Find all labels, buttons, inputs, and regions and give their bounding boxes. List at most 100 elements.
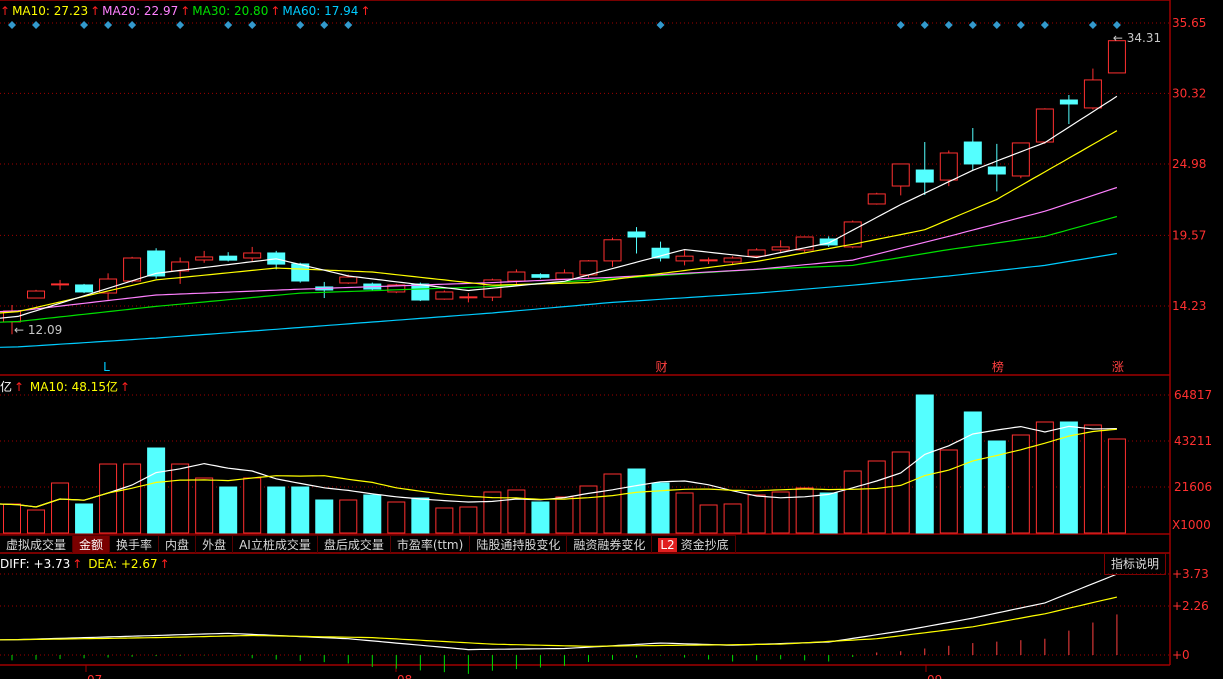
candle-body [411,283,430,301]
candlestick [939,150,958,187]
tab-label: 资金抄底 [680,538,729,552]
candlestick [531,273,550,279]
tab-label: 陆股通持股变化 [476,538,561,552]
high-price-label: ← 34.31 [1113,31,1161,45]
volume-bar [411,497,430,534]
volume-bar [675,492,694,534]
candlestick [723,256,742,265]
candle-body [1083,79,1102,109]
candlestick [771,240,790,253]
candlestick [27,289,46,299]
signal-diamond-icon [920,21,929,29]
tab-indicator[interactable]: 融资融券变化 [567,535,653,553]
axis-tick-label: 21606 [1174,480,1212,494]
candlestick [1059,94,1078,125]
axis-tick-label: 43211 [1174,434,1212,448]
candle-body [723,257,742,263]
volume-bar [315,499,334,534]
signal-diamond-icon [176,21,185,29]
up-arrow-icon: ↑ [159,557,170,571]
candlestick [219,252,238,262]
candle-body [75,284,94,293]
candlestick [51,279,70,290]
candle-body [1059,99,1078,105]
l2-badge: L2 [658,538,677,552]
candle-body [699,259,718,262]
signal-diamond-icon [968,21,977,29]
candlestick [603,237,622,267]
candle-body [603,239,622,262]
candle-body [555,272,574,280]
candle-body [195,256,214,261]
volume-bar [75,503,94,534]
volume-bar [339,499,358,534]
candle-body [1011,142,1030,177]
volume-bar [699,504,718,534]
volume-bar [987,440,1006,534]
candle-body [531,274,550,278]
axis-tick-label: 30.32 [1172,86,1206,100]
volume-bar [171,463,190,534]
low-price-label: ← 12.09 [14,323,62,337]
event-marker[interactable]: L [103,360,110,374]
up-arrow-icon: ↑ [360,4,371,18]
candle-body [219,255,238,261]
candlestick [987,143,1006,192]
macd-diff: DIFF: +3.73 [0,557,71,571]
tab-indicator[interactable]: AI立桩成交量 [233,535,318,553]
volume-bar [795,487,814,534]
candlestick [651,241,670,262]
axis-tick-label: +3.73 [1172,567,1209,581]
candle-body [747,249,766,257]
tab-indicator[interactable]: 市盈率(ttm) [390,535,471,553]
volume-bar [1035,421,1054,534]
tab-indicator[interactable]: 虚拟成交量 [0,535,74,553]
event-marker[interactable]: 涨 [1112,359,1124,374]
volume-bar [555,496,574,534]
candlestick [795,236,814,253]
tab-label: AI立桩成交量 [239,538,311,552]
event-marker[interactable]: 财 [656,360,668,374]
macd-diff-line [0,573,1118,651]
candle-body [1107,40,1126,74]
axis-tick-label: +2.26 [1172,599,1209,613]
candlestick [315,281,334,299]
tab-indicator[interactable]: 盘后成交量 [317,535,391,553]
ma-legend-item: MA10: 27.23 [12,4,89,18]
volume-bar [99,463,118,534]
signal-diamond-icon [80,21,89,29]
volume-bar [219,486,238,534]
signal-diamond-icon [32,21,41,29]
indicator-tabs: 虚拟成交量 金额 换手率 内盘 外盘 AI立桩成交量 盘后成交量 市盈率(ttm) 陆股通持股变… [0,535,736,553]
volume-bar [891,451,910,534]
tab-indicator[interactable]: L2 资金抄底 [652,535,736,553]
candle-body [459,296,478,299]
price-ma-legend: ↑ MA10: 27.23 ↑ MA20: 22.97 ↑ MA30: 20.80 ↑ MA6… [0,4,373,18]
candlestick [195,250,214,263]
candlestick [1011,142,1030,179]
volume-bar [51,482,70,534]
tab-label: 虚拟成交量 [6,538,67,552]
signal-diamond-icon [1040,21,1049,29]
volume-bar [147,447,166,534]
signal-diamond-icon [248,21,257,29]
candlestick [1083,68,1102,110]
stock-chart[interactable]: 35.65 30.32 24.98 19.57 14.23 64817 43211 21606… [0,0,1223,679]
tab-indicator[interactable]: 内盘 [159,535,197,553]
candle-body [771,246,790,251]
volume-bar [603,473,622,534]
tab-indicator[interactable]: 陆股通持股变化 [470,535,568,553]
event-marker[interactable]: 榜 [992,359,1004,374]
axis-tick-label: 14.23 [1172,299,1206,313]
tab-indicator[interactable]: 金额 [73,535,111,553]
candle-body [243,252,262,259]
candlestick [675,249,694,266]
signal-diamond-icon [944,21,953,29]
indicator-help-button[interactable]: 指标说明 [1104,553,1166,575]
candle-body [891,163,910,187]
tab-indicator[interactable]: 外盘 [196,535,234,553]
volume-bar [1059,421,1078,534]
tab-label: 金额 [79,538,104,552]
tab-indicator[interactable]: 换手率 [110,535,160,553]
axis-tick-label: 24.98 [1172,157,1206,171]
